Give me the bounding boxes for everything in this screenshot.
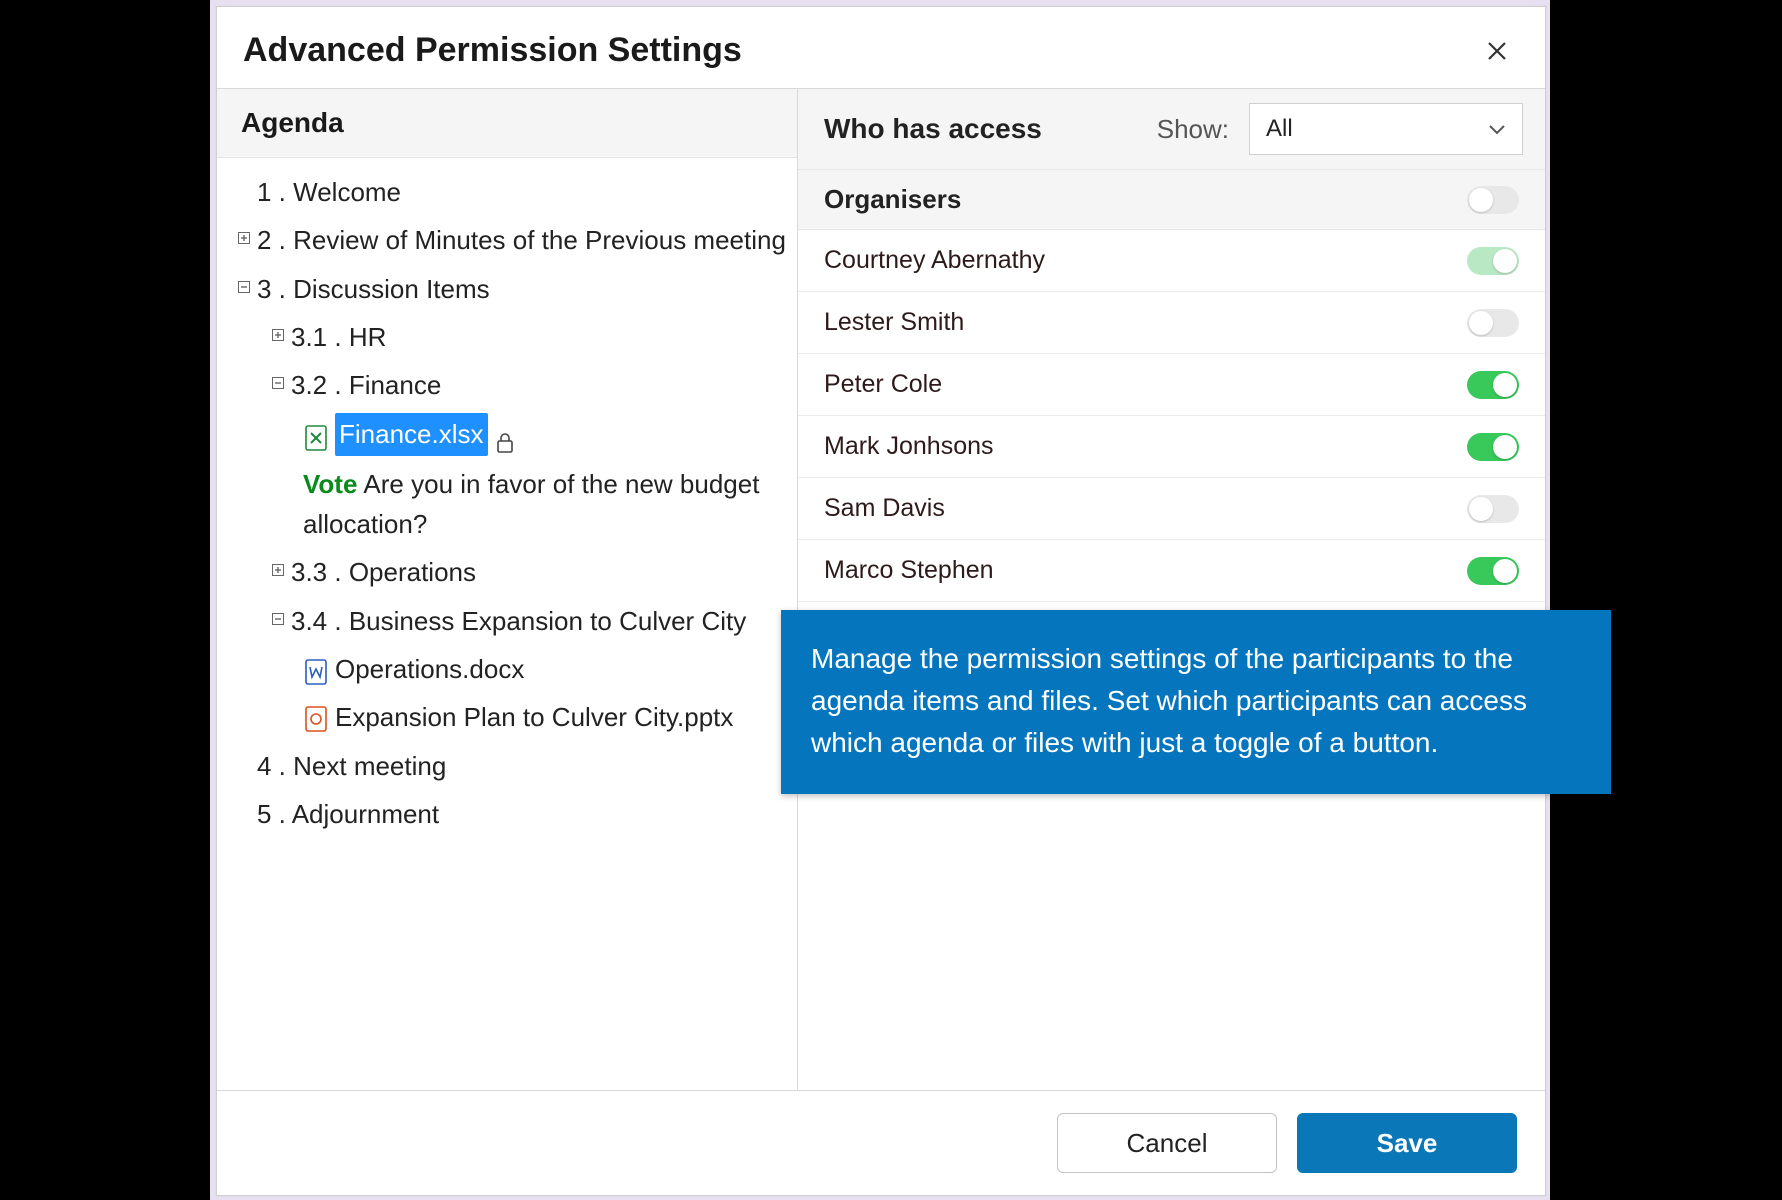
word-file-icon (305, 656, 327, 682)
access-header: Who has access Show: All (798, 89, 1545, 170)
powerpoint-file-icon (305, 703, 327, 729)
access-toggle[interactable] (1467, 433, 1519, 461)
file-label-selected: Finance.xlsx (335, 413, 488, 455)
user-name: Mark Jonhsons (824, 432, 994, 461)
agenda-tree[interactable]: 1 . Welcome 2 . Review of Minutes of the… (217, 158, 797, 1090)
modal-footer: Cancel Save (217, 1091, 1545, 1195)
agenda-file-expansion-pptx[interactable]: Expansion Plan to Culver City.pptx (235, 693, 787, 741)
agenda-item-expansion[interactable]: 3.4 . Business Expansion to Culver City (235, 597, 787, 645)
button-label: Cancel (1127, 1128, 1208, 1159)
filter-value: All (1266, 115, 1293, 143)
filter-label: Show: (1157, 114, 1229, 145)
app-stage: Advanced Permission Settings Agenda 1 . … (210, 0, 1550, 1200)
agenda-label: 5 . Adjournment (257, 794, 787, 834)
cancel-button[interactable]: Cancel (1057, 1113, 1277, 1173)
access-toggle[interactable] (1467, 371, 1519, 399)
access-user-row[interactable]: Sam Davis (798, 478, 1545, 540)
agenda-item-operations[interactable]: 3.3 . Operations (235, 548, 787, 596)
chevron-down-icon (1488, 115, 1506, 143)
agenda-label: 3.4 . Business Expansion to Culver City (291, 601, 787, 641)
vote-prefix: Vote (303, 469, 357, 499)
modal-title: Advanced Permission Settings (243, 31, 742, 70)
callout-text: Manage the permission settings of the pa… (811, 643, 1527, 758)
agenda-label: 2 . Review of Minutes of the Previous me… (257, 220, 787, 260)
button-label: Save (1377, 1128, 1438, 1159)
agenda-label: 3.2 . Finance (291, 365, 787, 405)
agenda-header: Agenda (217, 89, 797, 158)
user-name: Sam Davis (824, 494, 945, 523)
access-user-row[interactable]: Lester Smith (798, 292, 1545, 354)
agenda-label: 3.3 . Operations (291, 552, 787, 592)
save-button[interactable]: Save (1297, 1113, 1517, 1173)
access-toggle[interactable] (1467, 309, 1519, 337)
group-label: Organisers (824, 184, 961, 215)
access-user-row[interactable]: Mark Jonhsons (798, 416, 1545, 478)
user-name: Marco Stephen (824, 556, 994, 585)
expand-icon[interactable] (269, 325, 287, 350)
agenda-label: 3.1 . HR (291, 317, 787, 357)
vote-text: VoteAre you in favor of the new budget a… (303, 464, 787, 545)
vote-question: Are you in favor of the new budget alloc… (303, 469, 759, 539)
close-button[interactable] (1483, 37, 1511, 65)
file-label: Expansion Plan to Culver City.pptx (335, 697, 733, 737)
close-icon (1486, 40, 1508, 62)
access-user-row[interactable]: Marco Stephen (798, 540, 1545, 602)
agenda-item-next-meeting[interactable]: 4 . Next meeting (235, 742, 787, 790)
access-toggle[interactable] (1467, 495, 1519, 523)
agenda-item-hr[interactable]: 3.1 . HR (235, 313, 787, 361)
help-callout: Manage the permission settings of the pa… (781, 610, 1611, 794)
agenda-item-discussion[interactable]: 3 . Discussion Items (235, 265, 787, 313)
user-name: Lester Smith (824, 308, 964, 337)
user-name: Courtney Abernathy (824, 246, 1045, 275)
collapse-icon[interactable] (269, 373, 287, 398)
access-toggle[interactable] (1467, 247, 1519, 275)
agenda-item-minutes[interactable]: 2 . Review of Minutes of the Previous me… (235, 216, 787, 264)
agenda-pane: Agenda 1 . Welcome 2 . Review of Minutes… (217, 89, 798, 1090)
permissions-modal: Advanced Permission Settings Agenda 1 . … (216, 6, 1546, 1196)
lock-icon (496, 424, 516, 446)
agenda-item-finance[interactable]: 3.2 . Finance (235, 361, 787, 409)
expand-icon[interactable] (235, 228, 253, 253)
agenda-label: 1 . Welcome (257, 172, 787, 212)
collapse-icon[interactable] (235, 277, 253, 302)
modal-body: Agenda 1 . Welcome 2 . Review of Minutes… (217, 89, 1545, 1091)
agenda-item-welcome[interactable]: 1 . Welcome (235, 168, 787, 216)
agenda-label: 3 . Discussion Items (257, 269, 787, 309)
agenda-label: 4 . Next meeting (257, 746, 787, 786)
group-toggle[interactable] (1467, 186, 1519, 214)
agenda-file-operations-docx[interactable]: Operations.docx (235, 645, 787, 693)
access-filter-select[interactable]: All (1249, 103, 1523, 155)
access-user-row[interactable]: Peter Cole (798, 354, 1545, 416)
expand-icon[interactable] (269, 560, 287, 585)
access-user-row[interactable]: Courtney Abernathy (798, 230, 1545, 292)
agenda-file-finance-xlsx[interactable]: Finance.xlsx (235, 409, 787, 459)
file-label: Operations.docx (335, 649, 524, 689)
collapse-icon[interactable] (269, 609, 287, 634)
access-title: Who has access (824, 113, 1143, 145)
user-name: Peter Cole (824, 370, 942, 399)
agenda-vote-budget[interactable]: VoteAre you in favor of the new budget a… (235, 460, 787, 549)
access-group-organisers[interactable]: Organisers (798, 170, 1545, 230)
access-pane: Who has access Show: All Organisers Cou (798, 89, 1545, 1090)
access-toggle[interactable] (1467, 557, 1519, 585)
excel-file-icon (305, 422, 327, 448)
agenda-item-adjournment[interactable]: 5 . Adjournment (235, 790, 787, 838)
modal-header: Advanced Permission Settings (217, 7, 1545, 89)
